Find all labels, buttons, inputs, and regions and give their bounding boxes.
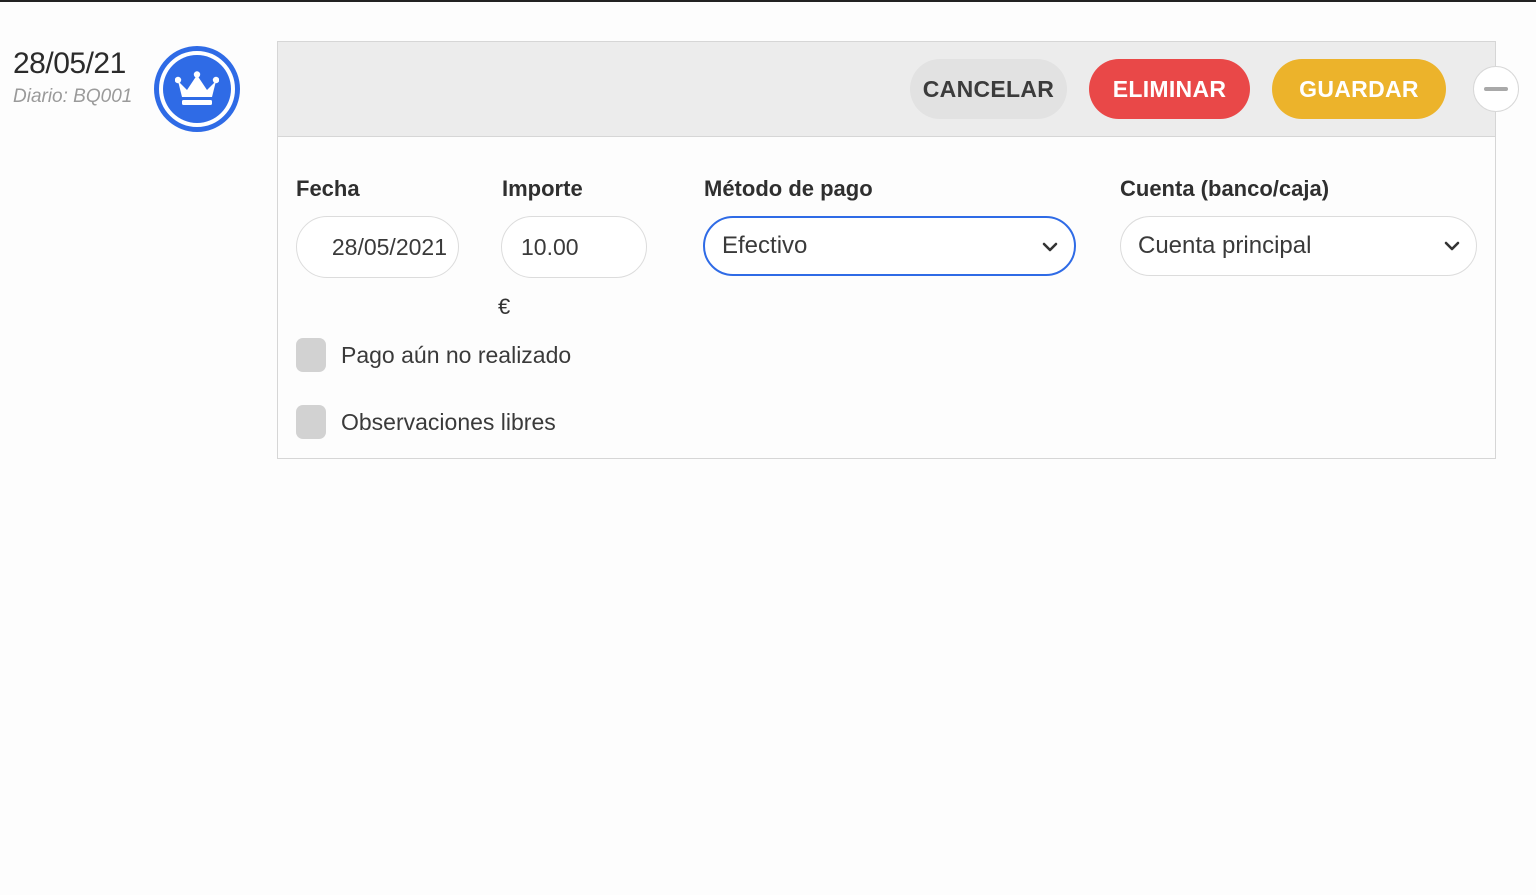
account-select[interactable]: Cuenta principal <box>1120 216 1477 276</box>
payment-pending-label: Pago aún no realizado <box>341 341 572 368</box>
amount-label: Importe <box>502 176 583 201</box>
account-label: Cuenta (banco/caja) <box>1120 176 1330 201</box>
delete-button[interactable]: ELIMINAR <box>1089 59 1250 119</box>
window-top-border <box>0 0 1536 2</box>
date-input[interactable]: 28/05/2021 <box>296 216 459 278</box>
payment-method-label: Método de pago <box>704 176 873 201</box>
chevron-down-icon <box>1042 242 1058 252</box>
payment-edit-panel: CANCELAR ELIMINAR GUARDAR Fecha Importe … <box>277 41 1519 459</box>
entry-info: 28/05/21 Diario: BQ001 <box>13 46 132 108</box>
amount-input[interactable]: 10.00 <box>501 216 647 278</box>
avatar-circle <box>163 55 231 123</box>
payment-method-select[interactable]: Efectivo <box>703 216 1076 276</box>
entry-journal: Diario: BQ001 <box>13 86 133 107</box>
avatar <box>154 46 240 132</box>
amount-value: 10.00 <box>521 233 579 260</box>
payment-pending-row[interactable]: Pago aún no realizado <box>296 338 571 372</box>
cancel-button[interactable]: CANCELAR <box>910 59 1067 119</box>
date-label: Fecha <box>296 176 360 201</box>
free-notes-row[interactable]: Observaciones libres <box>296 405 556 439</box>
collapse-button[interactable] <box>1473 66 1519 112</box>
entry-date: 28/05/21 <box>13 47 126 80</box>
chevron-down-icon <box>1444 241 1460 251</box>
date-value: 28/05/2021 <box>331 233 447 260</box>
minus-icon <box>1484 87 1508 91</box>
free-notes-checkbox[interactable] <box>296 405 326 439</box>
panel-header: CANCELAR ELIMINAR GUARDAR <box>278 42 1519 137</box>
payment-method-value: Efectivo <box>722 232 808 259</box>
payment-pending-checkbox[interactable] <box>296 338 326 372</box>
crown-icon <box>175 71 219 105</box>
currency-symbol: € <box>498 294 511 319</box>
free-notes-label: Observaciones libres <box>341 408 556 435</box>
save-button[interactable]: GUARDAR <box>1272 59 1446 119</box>
account-value: Cuenta principal <box>1138 232 1312 259</box>
